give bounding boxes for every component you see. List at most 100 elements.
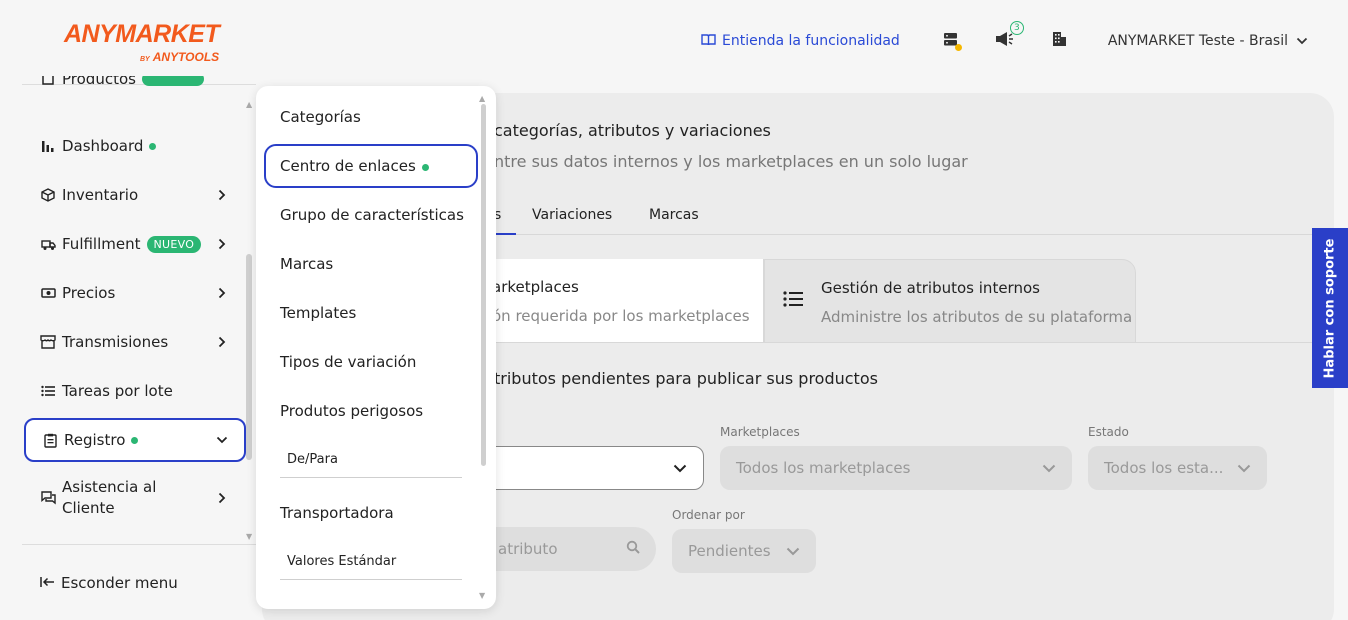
- chevron-down-icon: [1237, 459, 1251, 477]
- submenu-item-label: Centro de enlaces: [280, 157, 416, 175]
- submenu-item-categorias[interactable]: Categorías: [280, 108, 361, 126]
- bar-chart-icon: [40, 138, 56, 154]
- chevron-down-icon: [786, 542, 800, 560]
- truck-icon: [40, 236, 56, 252]
- card-title: Gestión de atributos internos: [821, 279, 1040, 297]
- logo-anytools: ANYTOOLS: [152, 50, 220, 64]
- submenu-item-grupo-caracteristicas[interactable]: Grupo de características: [280, 206, 464, 224]
- sidebar-scrollbar[interactable]: [246, 254, 252, 460]
- sidebar-item-productos-content: Productos: [40, 76, 204, 88]
- company-button[interactable]: [1048, 30, 1070, 52]
- sidebar-bottom-divider: [22, 544, 256, 545]
- building-icon: [1051, 31, 1067, 51]
- logo-by: BY: [140, 56, 150, 63]
- chevron-down-icon: [1042, 459, 1056, 477]
- sidebar-item-label-line2: Cliente: [62, 499, 115, 517]
- chevron-right-icon: [218, 287, 230, 299]
- card-subtitle: ón requerida por los marketplaces: [492, 307, 750, 325]
- submenu-item-tipos-variacion[interactable]: Tipos de variación: [280, 353, 416, 371]
- submenu-item-transportadora[interactable]: Transportadora: [280, 504, 394, 522]
- scroll-up-arrow-icon[interactable]: ▲: [246, 100, 252, 109]
- submenu-scrollbar[interactable]: [481, 104, 486, 466]
- megaphone-icon: [995, 31, 1014, 51]
- new-indicator-dot: [149, 142, 157, 150]
- chevron-right-icon: [218, 189, 230, 201]
- order-label: Ordenar por: [672, 508, 745, 522]
- sidebar-item-label: Precios: [62, 284, 116, 302]
- pending-attributes-text: tributos pendientes para publicar sus pr…: [494, 369, 878, 388]
- help-link[interactable]: Entienda la funcionalidad: [701, 33, 900, 50]
- sidebar-item-label: Transmisiones: [62, 333, 169, 351]
- chevron-down-icon: [1296, 33, 1308, 49]
- sidebar-item-dashboard[interactable]: Dashboard: [24, 124, 246, 168]
- scroll-down-arrow-icon[interactable]: ▼: [479, 591, 485, 600]
- sidebar-item-label: Fulfillment: [62, 235, 141, 253]
- submenu-item-templates[interactable]: Templates: [280, 304, 356, 322]
- scroll-up-arrow-icon[interactable]: ▲: [479, 94, 485, 103]
- top-bar: Entienda la funcionalidad 3 ANYMARKET Te…: [701, 21, 1308, 58]
- clipboard-icon: [42, 432, 58, 448]
- anymarket-logo[interactable]: ANYMARKET BY ANYTOOLS: [64, 20, 220, 64]
- scroll-down-arrow-icon[interactable]: ▼: [246, 532, 252, 541]
- submenu-item-de-para[interactable]: De/Para: [287, 452, 338, 467]
- chevron-down-icon: [673, 459, 687, 477]
- category-select[interactable]: [462, 446, 704, 490]
- submenu-item-produtos-perigosos[interactable]: Produtos perigosos: [280, 402, 423, 420]
- box-icon: [40, 76, 56, 87]
- sidebar-item-fulfillment[interactable]: Fulfillment NUEVO: [24, 222, 246, 266]
- tab-variaciones[interactable]: Variaciones: [532, 207, 612, 223]
- sidebar-item-label: Tareas por lote: [62, 382, 173, 400]
- estado-label: Estado: [1088, 425, 1129, 439]
- status-dot: [954, 44, 962, 51]
- chat-icon: [40, 490, 56, 506]
- chevron-right-icon: [218, 492, 230, 504]
- search-icon: [626, 540, 640, 558]
- new-indicator-dot: [421, 164, 429, 171]
- list-icon: [40, 383, 56, 399]
- sidebar-item-productos[interactable]: Productos: [24, 76, 246, 106]
- logo-subbrand: BY ANYTOOLS: [140, 50, 219, 64]
- storefront-icon: [40, 334, 56, 350]
- sidebar-item-label-line1: Asistencia al: [62, 478, 157, 496]
- order-select[interactable]: Pendientes: [672, 529, 816, 573]
- sidebar-item-precios[interactable]: Precios: [24, 271, 246, 315]
- submenu-item-centro-de-enlaces[interactable]: Centro de enlaces: [280, 157, 429, 175]
- card-title: arketplaces: [492, 278, 579, 296]
- submenu-divider: [280, 477, 462, 478]
- support-tab[interactable]: Hablar con soporte: [1312, 228, 1348, 388]
- new-badge: NUEVO: [146, 235, 202, 253]
- book-icon: [701, 33, 716, 50]
- help-link-label: Entienda la funcionalidad: [721, 33, 900, 49]
- tab-marcas[interactable]: Marcas: [649, 207, 699, 223]
- collapse-arrow-icon: [40, 574, 55, 592]
- sidebar: ▲ ▼ Productos Dashboard Inventario Fulfi…: [0, 76, 256, 620]
- server-status-button[interactable]: [940, 30, 962, 52]
- internal-attributes-card[interactable]: Gestión de atributos internos Administre…: [764, 259, 1136, 343]
- card-subtitle: Administre los atributos de su plataform…: [821, 308, 1133, 326]
- sidebar-item-registro[interactable]: Registro: [24, 418, 246, 462]
- sidebar-item-inventario[interactable]: Inventario: [24, 173, 246, 217]
- estado-value: Todos los esta...: [1104, 459, 1224, 477]
- sidebar-badge-partial: [141, 76, 204, 86]
- logo-brand: ANYMARKET: [64, 20, 220, 48]
- page-title: categorías, atributos y variaciones: [494, 121, 771, 140]
- estado-select[interactable]: Todos los esta...: [1088, 446, 1267, 490]
- sidebar-item-tareas-por-lote[interactable]: Tareas por lote: [24, 369, 246, 413]
- order-value: Pendientes: [688, 542, 771, 560]
- search-placeholder: atributo: [498, 540, 558, 558]
- support-tab-label: Hablar con soporte: [1322, 238, 1338, 378]
- sidebar-item-transmisiones[interactable]: Transmisiones: [24, 320, 246, 364]
- announcements-button[interactable]: 3: [994, 21, 1024, 52]
- submenu-item-marcas[interactable]: Marcas: [280, 255, 333, 273]
- page-subtitle: ntre sus datos internos y los marketplac…: [494, 152, 968, 171]
- store-selector[interactable]: ANYMARKET Teste - Brasil: [1108, 33, 1308, 49]
- sidebar-item-label: Productos: [62, 76, 136, 88]
- submenu-item-valores-estandar[interactable]: Valores Estándar: [287, 554, 396, 569]
- marketplaces-select[interactable]: Todos los marketplaces: [720, 446, 1072, 490]
- sidebar-item-asistencia[interactable]: Asistencia al Cliente: [24, 475, 246, 521]
- chevron-right-icon: [218, 336, 230, 348]
- hide-menu-button[interactable]: Esconder menu: [40, 574, 178, 592]
- sidebar-item-label: Dashboard: [62, 137, 144, 155]
- money-icon: [40, 285, 56, 301]
- sidebar-item-label: Asistencia al Cliente: [62, 477, 156, 519]
